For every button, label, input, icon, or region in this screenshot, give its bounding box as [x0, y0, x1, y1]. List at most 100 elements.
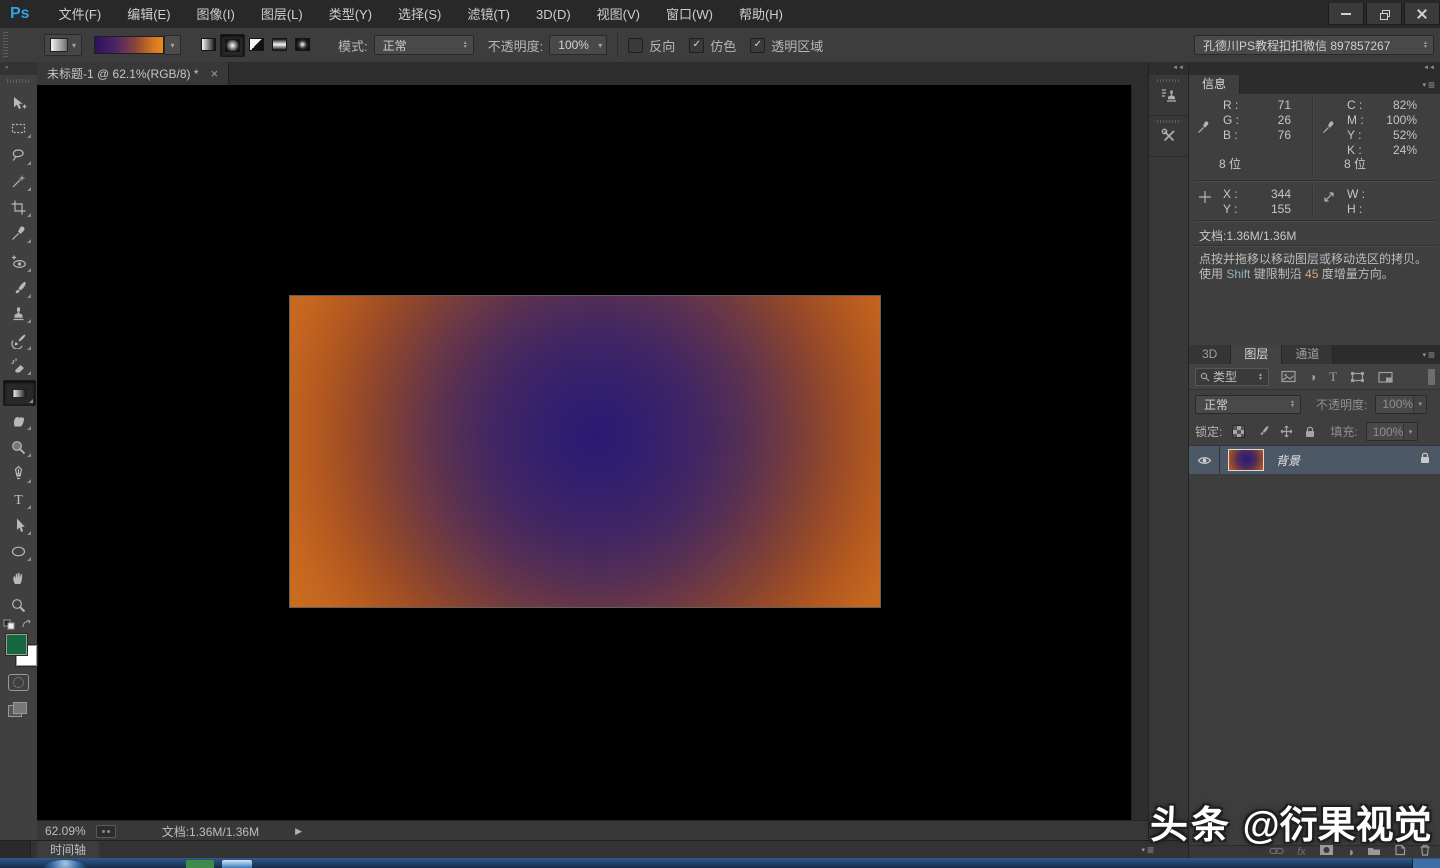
workspace-switcher[interactable]: 孔德川PS教程扣扣微信 897857267 ▲▼	[1194, 35, 1434, 55]
dock-collapse-header[interactable]: ◄◄	[1149, 62, 1189, 75]
transparency-checkbox[interactable]: ✓	[750, 38, 765, 53]
filter-type-layers-icon[interactable]: T	[1329, 369, 1337, 385]
toolbar-grip[interactable]	[7, 79, 30, 83]
filter-smart-objects-icon[interactable]	[1378, 371, 1393, 383]
blend-mode-select[interactable]: 正常 ▲▼	[374, 35, 474, 55]
gradient-tool[interactable]	[3, 380, 36, 406]
lock-position-icon[interactable]	[1280, 425, 1293, 438]
dither-checkbox[interactable]: ✓	[689, 38, 704, 53]
brush-tool[interactable]	[4, 276, 33, 300]
history-brush-tool[interactable]	[4, 328, 33, 352]
right-panel-dock: ◄◄ 信息 ▾ ≡ R : 71 G : 26 B : 76 8 位 C :	[1188, 62, 1440, 858]
pen-tool[interactable]	[4, 461, 33, 485]
layer-thumbnail[interactable]	[1228, 449, 1264, 471]
default-colors-icon[interactable]	[3, 618, 19, 630]
hand-tool[interactable]	[4, 566, 33, 590]
zoom-level-field[interactable]: 62.09%	[45, 824, 86, 838]
layer-blend-mode-select[interactable]: 正常 ▲▼	[1195, 395, 1301, 414]
menu-view[interactable]: 视图(V)	[584, 1, 653, 28]
options-grip[interactable]	[3, 32, 8, 58]
layer-visibility-toggle[interactable]	[1189, 446, 1220, 474]
menu-window[interactable]: 窗口(W)	[653, 1, 726, 28]
clone-stamp-tool[interactable]	[4, 301, 33, 325]
path-selection-tool[interactable]	[4, 513, 33, 537]
eraser-tool[interactable]	[4, 353, 33, 377]
eyedropper-tool[interactable]	[4, 221, 33, 245]
layer-opacity-field[interactable]: 100% ▾	[1375, 395, 1427, 414]
rectangular-marquee-tool[interactable]	[4, 116, 33, 140]
gradient-preview[interactable]	[94, 36, 164, 54]
menu-layer[interactable]: 图层(L)	[248, 1, 316, 28]
info-panel-menu[interactable]: ▾ ≡	[1422, 78, 1435, 92]
swap-colors-icon[interactable]	[21, 618, 33, 630]
linear-gradient-button[interactable]	[197, 34, 220, 55]
menu-filter[interactable]: 滤镜(T)	[454, 1, 523, 28]
taskbar-app-icon[interactable]	[186, 860, 214, 868]
menu-file[interactable]: 文件(F)	[46, 1, 115, 28]
menu-type[interactable]: 类型(Y)	[316, 1, 385, 28]
foreground-color-swatch[interactable]	[6, 634, 27, 655]
ellipse-tool[interactable]	[4, 539, 33, 563]
eyedropper-cmyk-icon[interactable]	[1322, 120, 1336, 137]
status-options-icon[interactable]	[96, 825, 116, 838]
restore-button[interactable]	[1366, 3, 1402, 25]
menu-image[interactable]: 图像(I)	[184, 1, 248, 28]
tool-preset-picker[interactable]: ▾	[44, 34, 82, 56]
lock-all-icon[interactable]	[1304, 425, 1316, 438]
layer-filter-type-select[interactable]: 类型 ▲▼	[1195, 368, 1269, 386]
tab-close-icon[interactable]: ×	[211, 68, 219, 80]
tab-3d[interactable]: 3D	[1189, 345, 1231, 364]
menu-select[interactable]: 选择(S)	[385, 1, 454, 28]
document-tab[interactable]: 未标题-1 @ 62.1%(RGB/8) * ×	[37, 62, 229, 85]
status-menu-arrow-icon[interactable]: ▶	[295, 826, 302, 837]
tab-layers[interactable]: 图层	[1231, 345, 1282, 364]
layer-fill-field[interactable]: 100% ▾	[1366, 422, 1418, 441]
crop-tool[interactable]	[4, 195, 33, 219]
toolbar-collapse-header[interactable]: »	[0, 62, 37, 75]
menu-3d[interactable]: 3D(D)	[523, 1, 584, 28]
layer-row-background[interactable]: 背景	[1189, 446, 1440, 474]
tab-channels[interactable]: 通道	[1282, 345, 1333, 364]
zoom-tool[interactable]	[4, 593, 33, 617]
filter-toggle-switch[interactable]	[1428, 369, 1435, 385]
menu-edit[interactable]: 编辑(E)	[114, 1, 183, 28]
reflected-gradient-button[interactable]	[268, 34, 291, 55]
radial-gradient-button[interactable]	[220, 34, 245, 57]
dodge-tool[interactable]	[4, 435, 33, 459]
search-icon	[1200, 372, 1210, 382]
filter-pixel-layers-icon[interactable]	[1281, 370, 1296, 383]
clone-source-icon	[1160, 86, 1178, 104]
reverse-checkbox[interactable]	[628, 38, 643, 53]
opacity-select[interactable]: 100% ▾	[549, 35, 607, 55]
screen-mode-button[interactable]	[8, 702, 27, 717]
filter-adjustment-layers-icon[interactable]: ◑	[1309, 370, 1316, 384]
type-tool[interactable]: T	[4, 487, 33, 511]
angle-gradient-button[interactable]	[245, 34, 268, 55]
timeline-tab[interactable]: 时间轴	[37, 841, 99, 859]
lasso-tool[interactable]	[4, 143, 33, 167]
close-button[interactable]	[1404, 3, 1440, 25]
tool-presets-panel-button[interactable]	[1149, 116, 1189, 157]
dock-header[interactable]: ◄◄	[1189, 62, 1440, 75]
chevron-down-icon: ▾	[1413, 396, 1426, 413]
vertical-scrollbar[interactable]	[1131, 85, 1149, 820]
lock-transparency-icon[interactable]	[1232, 425, 1245, 438]
healing-brush-tool[interactable]	[4, 250, 33, 274]
document-image[interactable]	[290, 296, 880, 607]
menu-help[interactable]: 帮助(H)	[726, 1, 796, 28]
move-tool[interactable]	[4, 91, 33, 115]
gradient-picker-arrow[interactable]: ▾	[164, 35, 181, 55]
tab-info[interactable]: 信息	[1189, 75, 1240, 94]
diamond-gradient-button[interactable]	[291, 34, 314, 55]
quick-mask-button[interactable]	[8, 674, 29, 691]
layer-name[interactable]: 背景	[1276, 452, 1300, 469]
clone-source-panel-button[interactable]	[1149, 75, 1189, 116]
taskbar-app-icon[interactable]	[222, 860, 252, 868]
minimize-button[interactable]	[1328, 3, 1364, 25]
smudge-tool[interactable]	[4, 408, 33, 432]
lock-pixels-icon[interactable]	[1256, 425, 1269, 438]
filter-shape-layers-icon[interactable]	[1350, 371, 1365, 383]
magic-wand-tool[interactable]	[4, 169, 33, 193]
layers-panel-menu[interactable]: ▾ ≡	[1422, 348, 1435, 362]
eyedropper-rgb-icon[interactable]	[1197, 120, 1211, 137]
